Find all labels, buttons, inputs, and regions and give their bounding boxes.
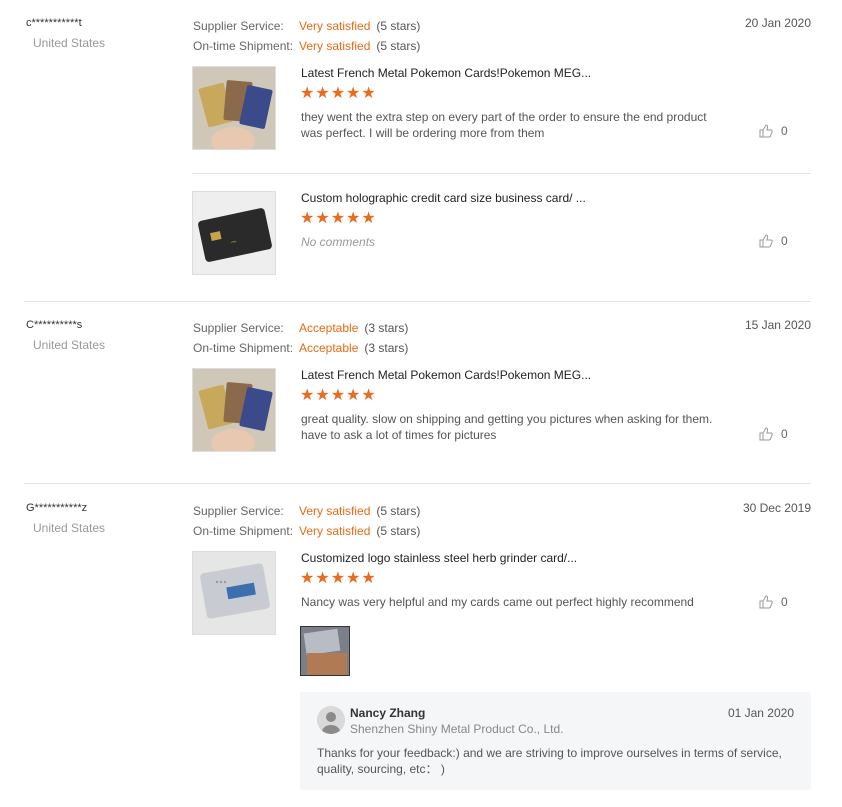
on-time-shipment-label: On-time Shipment:	[193, 524, 294, 538]
supplier-reply: Nancy Zhang Shenzhen Shiny Metal Product…	[300, 692, 811, 790]
product-title[interactable]: Custom holographic credit card size busi…	[301, 191, 586, 205]
on-time-shipment-label: On-time Shipment:	[193, 341, 294, 355]
supplier-service-label: Supplier Service:	[193, 504, 284, 518]
on-time-shipment-stars: (3 stars)	[364, 341, 409, 355]
on-time-shipment-stars: (5 stars)	[376, 39, 421, 53]
buyer-info: c***********t United States	[26, 16, 105, 50]
review-divider	[24, 483, 811, 484]
review-item: Latest French Metal Pokemon Cards!Pokemo…	[192, 368, 811, 454]
supplier-ratings: Supplier Service: Acceptable (3 stars) On-…	[193, 318, 408, 358]
review-item: ~ Custom holographic credit card size bu…	[192, 191, 811, 277]
on-time-shipment-level: Very satisfied	[299, 524, 371, 538]
avatar	[317, 706, 345, 734]
review-date: 15 Jan 2020	[744, 318, 811, 332]
supplier-service-stars: (5 stars)	[376, 504, 421, 518]
like-button[interactable]: 0	[759, 124, 791, 140]
supplier-service-label: Supplier Service:	[193, 321, 284, 335]
supplier-service-level: Acceptable	[299, 321, 359, 335]
review-photo[interactable]	[300, 626, 350, 676]
review-item: Customized logo stainless steel herb gri…	[192, 551, 811, 637]
thumbs-up-icon	[759, 595, 773, 609]
thumbs-up-icon	[759, 124, 773, 138]
like-button[interactable]: 0	[759, 595, 791, 611]
like-count: 0	[781, 595, 788, 609]
on-time-shipment-stars: (5 stars)	[376, 524, 421, 538]
buyer-name: c***********t	[26, 17, 82, 29]
supplier-service-level: Very satisfied	[299, 504, 371, 518]
supplier-service-stars: (5 stars)	[376, 19, 421, 33]
supplier-service-stars: (3 stars)	[364, 321, 409, 335]
like-button[interactable]: 0	[759, 234, 791, 250]
item-divider	[192, 173, 811, 174]
review-divider	[24, 301, 811, 302]
like-button[interactable]: 0	[759, 427, 791, 443]
supplier-service-label: Supplier Service:	[193, 19, 284, 33]
reply-text: Thanks for your feedback:) and we are st…	[317, 746, 782, 776]
item-star-rating: ★★★★★	[300, 387, 377, 404]
buyer-name: C**********s	[26, 319, 83, 331]
supplier-ratings: Supplier Service: Very satisfied (5 stars)…	[193, 501, 420, 541]
review-comment: Nancy was very helpful and my cards came…	[301, 595, 694, 609]
thumbs-up-icon	[759, 234, 773, 248]
review-comment: they went the extra step on every part o…	[301, 110, 707, 140]
on-time-shipment-label: On-time Shipment:	[193, 39, 294, 53]
item-star-rating: ★★★★★	[300, 210, 377, 227]
review-item: Latest French Metal Pokemon Cards!Pokemo…	[192, 66, 811, 152]
product-title[interactable]: Latest French Metal Pokemon Cards!Pokemo…	[301, 66, 591, 80]
review-comment: great quality. slow on shipping and gett…	[301, 412, 713, 442]
on-time-shipment-level: Very satisfied	[299, 39, 371, 53]
like-count: 0	[781, 124, 788, 138]
review-date: 30 Dec 2019	[742, 501, 811, 515]
item-star-rating: ★★★★★	[300, 570, 377, 587]
buyer-name: G***********z	[26, 502, 88, 514]
review-date: 20 Jan 2020	[744, 16, 811, 30]
buyer-country: United States	[33, 521, 106, 535]
on-time-shipment-level: Acceptable	[299, 341, 359, 355]
buyer-info: G***********z United States	[26, 501, 105, 535]
like-count: 0	[781, 427, 788, 441]
item-star-rating: ★★★★★	[300, 85, 377, 102]
reply-author-name: Nancy Zhang	[350, 706, 426, 720]
product-title[interactable]: Latest French Metal Pokemon Cards!Pokemo…	[301, 368, 591, 382]
buyer-info: C**********s United States	[26, 318, 105, 352]
like-count: 0	[781, 234, 788, 248]
product-thumbnail[interactable]	[192, 551, 276, 635]
thumbs-up-icon	[759, 427, 773, 441]
buyer-country: United States	[33, 36, 106, 50]
reply-company-name: Shenzhen Shiny Metal Product Co., Ltd.	[350, 722, 564, 736]
product-thumbnail[interactable]	[192, 66, 276, 150]
product-thumbnail[interactable]: ~	[192, 191, 276, 275]
review-comment: No comments	[301, 235, 376, 249]
supplier-service-level: Very satisfied	[299, 19, 371, 33]
buyer-country: United States	[33, 338, 106, 352]
reply-date: 01 Jan 2020	[727, 706, 794, 720]
supplier-ratings: Supplier Service: Very satisfied (5 stars)…	[193, 16, 420, 56]
product-title[interactable]: Customized logo stainless steel herb gri…	[301, 551, 577, 565]
product-thumbnail[interactable]	[192, 368, 276, 452]
